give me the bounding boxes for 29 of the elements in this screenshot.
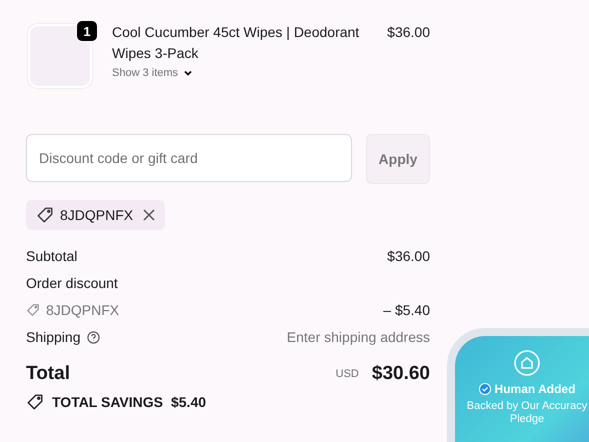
show-items-toggle[interactable]: Show 3 items [112, 67, 194, 79]
total-label: Total [26, 363, 70, 385]
badge-title: Human Added [478, 382, 576, 396]
tags-icon [26, 393, 44, 411]
savings-label: TOTAL SAVINGS [52, 394, 163, 410]
check-circle-icon [478, 383, 491, 395]
discount-amount: – $5.40 [383, 302, 430, 318]
product-name: Cool Cucumber 45ct Wipes | Deodorant Wipes 3-Pack [112, 23, 360, 63]
discount-code-field[interactable]: Discount code or gift card [26, 134, 352, 182]
shipping-value: Enter shipping address [286, 329, 430, 345]
discount-label: Order discount [26, 275, 118, 291]
subtotal-value: $36.00 [387, 248, 430, 264]
badge-subtitle: Backed by Our Accuracy Pledge [466, 400, 588, 426]
savings-value: $5.40 [170, 394, 206, 410]
apply-button[interactable]: Apply [366, 134, 430, 184]
chevron-down-icon [183, 68, 194, 78]
quantity-badge: 1 [76, 20, 98, 42]
close-icon[interactable] [143, 209, 156, 221]
tag-icon [36, 206, 54, 224]
house-icon [514, 350, 540, 376]
help-icon[interactable] [86, 330, 100, 344]
subtotal-label: Subtotal [26, 248, 78, 264]
currency-label: USD [336, 368, 359, 380]
total-value: $30.60 [372, 363, 430, 385]
discount-code: 8JDQPNFX [46, 302, 120, 318]
shipping-label: Shipping [26, 329, 80, 345]
tag-icon [26, 303, 40, 317]
chip-code: 8JDQPNFX [60, 207, 134, 223]
product-price: $36.00 [387, 23, 430, 42]
